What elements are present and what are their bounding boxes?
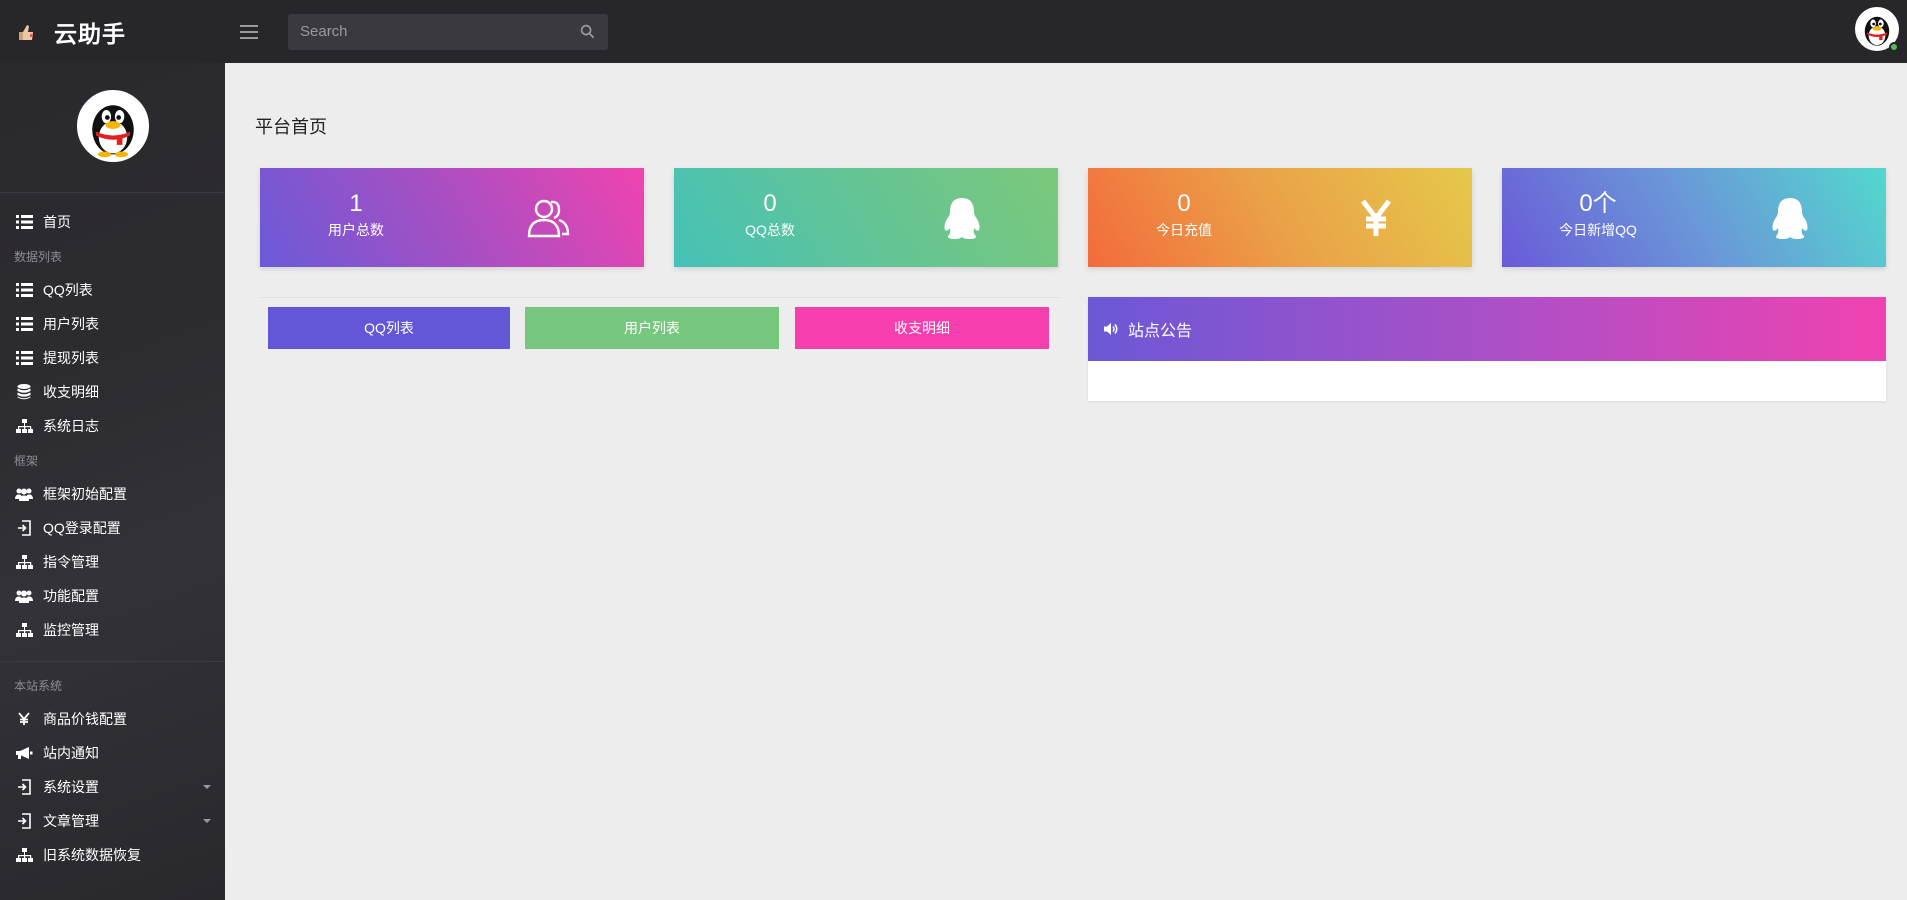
stat-text: 1 用户总数 (260, 190, 452, 240)
sidebar-avatar[interactable] (76, 89, 149, 162)
database-icon (14, 384, 34, 400)
sidebar-item-data-restore[interactable]: 旧系统数据恢复 (0, 838, 225, 872)
sidebar-item-monitor[interactable]: 监控管理 (0, 613, 225, 647)
search-box (288, 13, 608, 50)
sidebar-item-site-notice[interactable]: 站内通知 (0, 736, 225, 770)
user-list-button[interactable]: 用户列表 (525, 307, 779, 349)
sidebar-item-user-list[interactable]: 用户列表 (0, 307, 225, 341)
volume-icon (1102, 320, 1120, 338)
site-notice-panel: 站点公告 (1088, 297, 1886, 401)
sidebar-item-home[interactable]: 首页 (0, 205, 225, 239)
section-label-site: 本站系统 (14, 678, 63, 693)
sign-in-icon (14, 520, 34, 536)
stat-label: 今日充值 (1156, 222, 1212, 238)
sidebar-item-label: 监控管理 (43, 622, 99, 638)
section-label-frame: 框架 (14, 453, 39, 468)
main-content: 平台首页 1 用户总数 0 QQ总数 0 今日充值 0个 今日新增QQ QQ列表… (225, 63, 1907, 900)
sidebar-item-label: 系统日志 (43, 418, 99, 434)
sidebar-item-frame-init[interactable]: 框架初始配置 (0, 477, 225, 511)
stat-text: 0个 今日新增QQ (1502, 190, 1694, 240)
sidebar-item-label: QQ登录配置 (43, 520, 121, 536)
sidebar-item-qq-login[interactable]: QQ登录配置 (0, 511, 225, 545)
brand[interactable]: 云助手 (0, 0, 225, 63)
sitemap-icon (14, 554, 34, 570)
brand-logo-icon (16, 22, 36, 42)
finance-detail-button[interactable]: 收支明细 (795, 307, 1049, 349)
sign-in-icon (14, 779, 34, 795)
caret-down-icon (203, 819, 211, 823)
sidebar-item-label: 收支明细 (43, 384, 99, 400)
stat-value: 1 (349, 190, 363, 217)
sidebar-item-label: 系统设置 (43, 779, 99, 795)
sidebar-divider (0, 661, 225, 662)
online-status-dot (1889, 42, 1899, 52)
users-group-icon (14, 588, 34, 604)
sitemap-icon (14, 847, 34, 863)
qq-icon (938, 194, 986, 242)
section-label-data: 数据列表 (14, 249, 63, 264)
sidebar-item-label: 框架初始配置 (43, 486, 127, 502)
sidebar-profile (0, 63, 225, 193)
search-input[interactable] (300, 23, 578, 40)
stat-value: 0个 (1579, 190, 1617, 217)
sidebar-item-command[interactable]: 指令管理 (0, 545, 225, 579)
sidebar-item-label: 站内通知 (43, 745, 99, 761)
site-notice-title: 站点公告 (1128, 323, 1193, 340)
sidebar-item-label: 指令管理 (43, 554, 99, 570)
users-group-icon (14, 486, 34, 502)
users-icon (524, 194, 572, 242)
sitemap-icon (14, 622, 34, 638)
sitemap-icon (14, 418, 34, 434)
sidebar-item-label: QQ列表 (43, 282, 93, 298)
page-title: 平台首页 (255, 117, 327, 137)
sidebar-item-qq-list[interactable]: QQ列表 (0, 273, 225, 307)
sidebar-item-label: 功能配置 (43, 588, 99, 604)
sidebar-item-label: 用户列表 (43, 316, 99, 332)
stat-label: QQ总数 (745, 222, 795, 238)
qq-list-button[interactable]: QQ列表 (268, 307, 510, 349)
sidebar-item-article-manage[interactable]: 文章管理 (0, 804, 225, 838)
sidebar-item-label: 文章管理 (43, 813, 99, 829)
menu-toggle-icon[interactable] (240, 17, 270, 47)
stat-value: 0 (1177, 190, 1191, 217)
brand-title: 云助手 (54, 21, 126, 48)
sidebar: 首页 数据列表 QQ列表 用户列表 提现列表 收支明细 系统日志 框架 框架初始… (0, 63, 225, 900)
site-notice-header: 站点公告 (1088, 297, 1886, 361)
sidebar-item-finance[interactable]: 收支明细 (0, 375, 225, 409)
list-icon (14, 350, 34, 366)
stat-card-today-recharge[interactable]: 0 今日充值 (1088, 168, 1472, 267)
sidebar-item-label: 提现列表 (43, 350, 99, 366)
sidebar-item-label: 首页 (43, 214, 71, 230)
stat-card-today-new-qq[interactable]: 0个 今日新增QQ (1502, 168, 1886, 267)
sidebar-item-price-config[interactable]: 商品价钱配置 (0, 702, 225, 736)
bullhorn-icon (14, 745, 34, 761)
list-icon (14, 282, 34, 298)
sidebar-item-label: 旧系统数据恢复 (43, 847, 141, 863)
sidebar-item-feature-config[interactable]: 功能配置 (0, 579, 225, 613)
sidebar-item-label: 商品价钱配置 (43, 711, 127, 727)
stat-card-users[interactable]: 1 用户总数 (260, 168, 644, 267)
top-bar: 云助手 (0, 0, 1907, 63)
qq-icon (1766, 194, 1814, 242)
sign-in-icon (14, 813, 34, 829)
search-icon[interactable] (578, 23, 596, 41)
stat-label: 用户总数 (328, 222, 384, 238)
yen-icon (14, 711, 34, 727)
sidebar-item-system-settings[interactable]: 系统设置 (0, 770, 225, 804)
stat-text: 0 今日充值 (1088, 190, 1280, 240)
list-icon (14, 214, 34, 230)
yen-icon (1352, 194, 1400, 242)
sidebar-item-system-log[interactable]: 系统日志 (0, 409, 225, 443)
stat-value: 0 (763, 190, 777, 217)
quick-actions: QQ列表 用户列表 收支明细 (260, 297, 1060, 367)
stat-card-qq-total[interactable]: 0 QQ总数 (674, 168, 1058, 267)
caret-down-icon (203, 785, 211, 789)
sidebar-item-withdraw-list[interactable]: 提现列表 (0, 341, 225, 375)
list-icon (14, 316, 34, 332)
stat-label: 今日新增QQ (1559, 222, 1637, 238)
stat-text: 0 QQ总数 (674, 190, 866, 240)
